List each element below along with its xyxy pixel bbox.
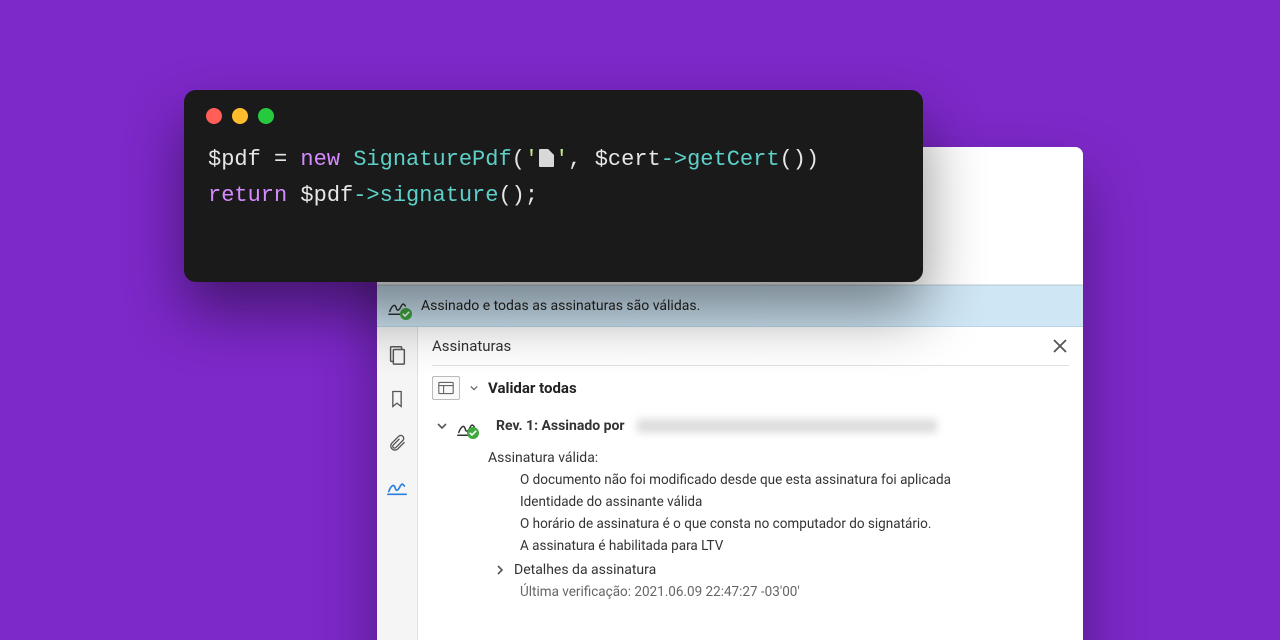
code-token: (); bbox=[498, 183, 538, 208]
code-token: $pdf bbox=[208, 147, 261, 172]
code-token: signature bbox=[380, 183, 499, 208]
code-token: $cert bbox=[595, 147, 661, 172]
chevron-down-icon[interactable] bbox=[436, 420, 448, 432]
code-block: $pdf = new SignaturePdf('', $cert->getCe… bbox=[184, 124, 923, 215]
signature-valid-heading: Assinatura válida: bbox=[488, 450, 1069, 466]
signature-detail-line: A assinatura é habilitada para LTV bbox=[520, 538, 1069, 554]
close-panel-button[interactable] bbox=[1051, 337, 1069, 355]
maximize-window-icon[interactable] bbox=[258, 108, 274, 124]
signature-status-text: Assinado e todas as assinaturas são váli… bbox=[421, 298, 700, 314]
sidebar-attachment-icon[interactable] bbox=[385, 431, 409, 455]
signature-valid-icon bbox=[387, 295, 409, 317]
code-token bbox=[287, 183, 300, 208]
signature-detail-line: Identidade do assinante válida bbox=[520, 494, 1069, 510]
code-token: ()) bbox=[780, 147, 820, 172]
code-token: -> bbox=[353, 183, 379, 208]
panel-title: Assinaturas bbox=[432, 337, 511, 355]
code-token: $pdf bbox=[300, 183, 353, 208]
code-token: return bbox=[208, 183, 287, 208]
sidebar-signatures-icon[interactable] bbox=[385, 475, 409, 499]
validate-dropdown-caret-icon[interactable] bbox=[470, 384, 478, 392]
signature-details-label: Detalhes da assinatura bbox=[514, 562, 656, 578]
last-verification-text: Última verificação: 2021.06.09 22:47:27 … bbox=[520, 584, 1069, 600]
signature-revision-block: Rev. 1: Assinado por Assinatura válida: … bbox=[418, 410, 1083, 600]
minimize-window-icon[interactable] bbox=[232, 108, 248, 124]
code-token: -> bbox=[661, 147, 687, 172]
signature-detail-line: O documento não foi modificado desde que… bbox=[520, 472, 1069, 488]
revision-signature-icon bbox=[456, 416, 476, 436]
validate-all-label: Validar todas bbox=[488, 379, 577, 397]
code-token: , bbox=[568, 147, 594, 172]
revision-title: Rev. 1: Assinado por bbox=[496, 418, 625, 434]
signer-name-redacted bbox=[637, 419, 937, 433]
file-icon bbox=[539, 149, 554, 167]
signature-status-bar: Assinado e todas as assinaturas são váli… bbox=[377, 285, 1083, 327]
signature-detail-line: O horário de assinatura é o que consta n… bbox=[520, 516, 1069, 532]
code-token: getCert bbox=[687, 147, 779, 172]
code-token: new bbox=[300, 147, 340, 172]
code-token: ' bbox=[555, 147, 568, 172]
code-token: ( bbox=[512, 147, 525, 172]
code-token: SignaturePdf bbox=[353, 147, 511, 172]
validate-all-row: Validar todas bbox=[418, 366, 1083, 410]
signatures-panel: Assinaturas Validar todas bbox=[418, 327, 1083, 640]
validate-all-button[interactable] bbox=[432, 376, 460, 400]
pdf-body: Assinaturas Validar todas bbox=[377, 327, 1083, 640]
window-traffic-lights bbox=[184, 90, 923, 124]
sidebar-thumbnails-icon[interactable] bbox=[385, 343, 409, 367]
sidebar-bookmark-icon[interactable] bbox=[385, 387, 409, 411]
code-token: = bbox=[261, 147, 301, 172]
pdf-sidebar bbox=[377, 327, 418, 640]
code-editor-window: $pdf = new SignaturePdf('', $cert->getCe… bbox=[184, 90, 923, 282]
close-window-icon[interactable] bbox=[206, 108, 222, 124]
chevron-right-icon[interactable] bbox=[494, 564, 506, 576]
code-token: ' bbox=[525, 147, 538, 172]
